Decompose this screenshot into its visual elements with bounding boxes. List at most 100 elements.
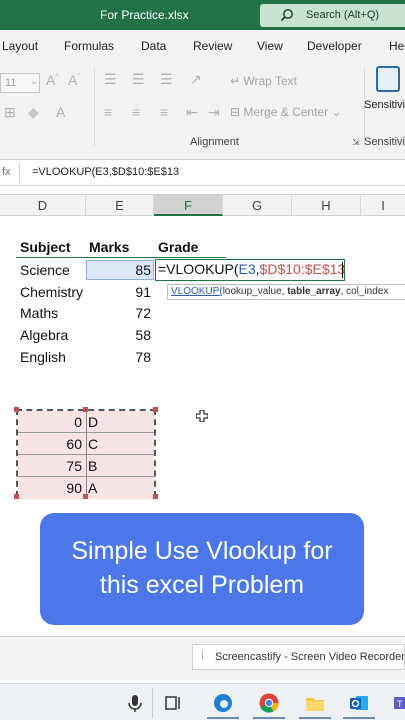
marks-cell[interactable]: 78 <box>86 349 151 365</box>
task-view-icon[interactable] <box>162 692 184 714</box>
fx-icon[interactable]: fx <box>0 163 20 183</box>
lookup-value: 60 <box>66 436 82 452</box>
sensitivity-icon[interactable] <box>376 66 400 92</box>
marks-cell[interactable]: 72 <box>86 305 151 321</box>
edge-icon[interactable] <box>212 692 234 714</box>
search-box[interactable]: Search (Alt+Q) <box>260 4 405 27</box>
lookup-grade: B <box>88 458 98 474</box>
banner-line-1: Simple Use Vlookup for <box>71 537 333 565</box>
align-middle-icon[interactable]: ☰ <box>132 71 145 88</box>
header-subject: Subject <box>20 239 71 255</box>
window-title: For Practice.xlsx <box>100 8 189 22</box>
column-headers: D E F G H I <box>0 194 405 216</box>
tab-review[interactable]: Review <box>193 39 232 53</box>
range-handle[interactable] <box>83 494 88 499</box>
text-caret <box>342 262 343 278</box>
tooltip-current-arg: table_array <box>287 286 341 297</box>
font-size-select[interactable]: 11 ⌄ <box>0 73 40 93</box>
marks-cell[interactable]: 85 <box>86 262 151 278</box>
tab-data[interactable]: Data <box>141 39 166 53</box>
divider <box>86 411 87 433</box>
subject-cell[interactable]: Science <box>20 262 70 278</box>
tab-formulas[interactable]: Formulas <box>64 39 114 53</box>
orientation-icon[interactable]: ↗ <box>190 71 202 88</box>
lookup-grade: A <box>88 480 98 496</box>
chrome-icon[interactable] <box>258 692 280 714</box>
ribbon: 11 ⌄ A^ Aˇ ⊞ ◆ A ☰ ☰ ☰ ↗ ≡ ≡ ≡ ⇤ ⇥ ↵ Wrap… <box>0 60 405 160</box>
align-bottom-icon[interactable]: ☰ <box>160 71 173 88</box>
formula-text[interactable]: =VLOOKUP(E3,$D$10:$E$13 <box>32 166 179 178</box>
align-left-icon[interactable]: ≡ <box>104 104 112 120</box>
recorder-icon: ⁞ <box>201 650 205 662</box>
subject-cell[interactable]: Maths <box>20 305 58 321</box>
borders-icon[interactable]: ⊞ <box>4 104 16 121</box>
search-label: Search (Alt+Q) <box>306 9 380 21</box>
search-icon <box>280 9 293 22</box>
column-header-d[interactable]: D <box>0 195 86 216</box>
align-center-icon[interactable]: ≡ <box>132 104 140 120</box>
cell-cursor-icon <box>196 410 208 422</box>
header-grade: Grade <box>158 239 199 255</box>
function-tooltip[interactable]: VLOOKUP(lookup_value, table_array, col_i… <box>167 284 405 300</box>
microphone-icon[interactable] <box>124 692 146 714</box>
font-color-icon[interactable]: A <box>56 104 65 120</box>
divider <box>86 455 87 477</box>
lookup-row[interactable]: 75 B <box>18 455 154 477</box>
alignment-group-label: Alignment <box>190 136 239 148</box>
screencastify-notification[interactable]: ⁞ Screencastify - Screen Video Recorder <box>192 644 405 670</box>
column-header-g[interactable]: G <box>223 195 292 216</box>
range-handle[interactable] <box>14 494 19 499</box>
align-right-icon[interactable]: ≡ <box>160 104 168 120</box>
svg-text:T: T <box>397 699 403 709</box>
taskbar-separator <box>152 688 153 718</box>
taskbar: T <box>0 683 405 720</box>
decrease-font-icon[interactable]: Aˇ <box>68 72 80 88</box>
tab-help[interactable]: He <box>389 39 404 53</box>
lookup-row[interactable]: 0D <box>18 411 154 433</box>
sensitivity-button-label[interactable]: Sensitivi <box>364 99 405 111</box>
dialog-launcher-icon[interactable]: ⇲ <box>352 137 360 148</box>
subject-cell[interactable]: English <box>20 349 66 365</box>
spacer <box>0 186 405 194</box>
title-bar: For Practice.xlsx Search (Alt+Q) <box>0 0 405 30</box>
merge-center-button[interactable]: ⊟ Merge & Center ⌄ <box>230 105 342 119</box>
column-header-i[interactable]: I <box>361 195 405 216</box>
wrap-text-button[interactable]: ↵ Wrap Text <box>230 74 297 88</box>
tooltip-arg: lookup_value, <box>222 286 288 297</box>
tab-developer[interactable]: Developer <box>307 39 362 53</box>
range-handle[interactable] <box>153 494 158 499</box>
tab-layout[interactable]: Layout <box>2 39 38 53</box>
decrease-indent-icon[interactable]: ⇤ <box>186 104 198 121</box>
increase-indent-icon[interactable]: ⇥ <box>208 104 220 121</box>
marks-cell[interactable]: 58 <box>86 327 151 343</box>
marks-cell[interactable]: 91 <box>86 284 151 300</box>
range-handle[interactable] <box>14 407 19 412</box>
merge-center-label: Merge & Center <box>243 105 329 119</box>
column-header-f[interactable]: F <box>154 195 223 216</box>
formula-ref-lookup: E3 <box>238 261 256 277</box>
increase-font-icon[interactable]: A^ <box>46 72 59 88</box>
formula-bar[interactable]: fx =VLOOKUP(E3,$D$10:$E$13 <box>0 160 405 186</box>
divider <box>86 433 87 455</box>
range-handle[interactable] <box>153 407 158 412</box>
lookup-row[interactable]: 60 C <box>18 433 154 455</box>
tab-view[interactable]: View <box>257 39 283 53</box>
fill-color-icon[interactable]: ◆ <box>28 104 39 121</box>
subject-cell[interactable]: Chemistry <box>20 284 83 300</box>
subject-cell[interactable]: Algebra <box>20 327 68 343</box>
column-header-e[interactable]: E <box>86 195 154 216</box>
tooltip-function[interactable]: VLOOKUP( <box>171 286 223 297</box>
active-app-indicator <box>253 717 285 719</box>
active-app-indicator <box>299 717 331 719</box>
cell-formula-text[interactable]: =VLOOKUP(E3,$D$10:$E$13 <box>158 261 345 277</box>
merge-icon: ⊟ <box>230 105 244 119</box>
teams-icon[interactable]: T <box>392 692 405 714</box>
lookup-table[interactable]: 0D 60 C 75 B 90 A <box>16 409 156 499</box>
range-handle[interactable] <box>83 407 88 412</box>
file-explorer-icon[interactable] <box>304 692 326 714</box>
ribbon-tabs: Layout Formulas Data Review View Develop… <box>0 30 405 60</box>
align-top-icon[interactable]: ☰ <box>104 71 117 88</box>
column-header-h[interactable]: H <box>292 195 361 216</box>
notification-text: Screencastify - Screen Video Recorder <box>215 651 405 663</box>
outlook-icon[interactable] <box>348 692 370 714</box>
